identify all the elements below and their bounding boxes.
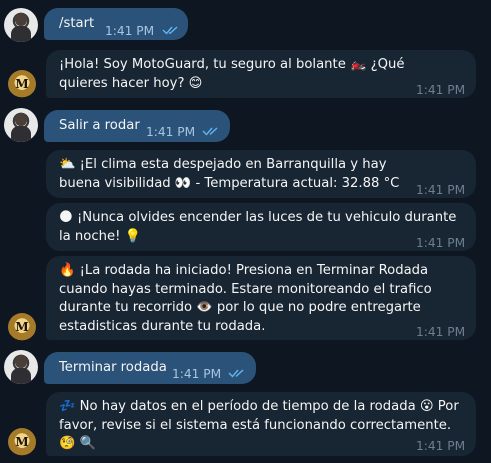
- message-time: 1:41 PM: [416, 325, 466, 339]
- message-time: 1:41 PM: [416, 236, 466, 250]
- message-time: 1:41 PM: [146, 125, 196, 139]
- user-avatar[interactable]: [4, 8, 38, 42]
- avatar-head: [15, 113, 27, 126]
- message-text: ¡Hola! Soy MotoGuard, tu seguro al bolan…: [59, 57, 405, 91]
- double-check-icon: [202, 126, 220, 136]
- message-text: /start: [59, 16, 95, 31]
- avatar-head: [15, 355, 27, 368]
- message-bubble-out[interactable]: /start 1:41 PM: [44, 8, 188, 40]
- double-check-icon: [162, 25, 180, 35]
- avatar-torso: [11, 26, 31, 42]
- message-bubble-in[interactable]: ⛅ ¡El clima esta despejado en Barranquil…: [46, 150, 476, 198]
- bot-avatar[interactable]: M: [8, 428, 36, 456]
- message-text: Salir a rodar: [59, 118, 140, 133]
- message-text: 🔥 ¡La rodada ha iniciado! Presiona en Te…: [59, 263, 432, 334]
- message-bubble-out[interactable]: Terminar rodada 1:41 PM: [44, 352, 256, 384]
- message-time: 1:41 PM: [416, 439, 466, 453]
- message-time: 1:41 PM: [172, 367, 222, 381]
- user-avatar[interactable]: [4, 108, 38, 142]
- message-bubble-in[interactable]: 🌑 ¡Nunca olvides encender las luces de t…: [46, 203, 476, 251]
- message-text: Terminar rodada: [59, 360, 167, 375]
- message-time: 1:41 PM: [105, 24, 155, 38]
- message-text: ⛅ ¡El clima esta despejado en Barranquil…: [59, 157, 400, 191]
- avatar-torso: [11, 126, 31, 142]
- double-check-icon: [228, 368, 246, 378]
- message-bubble-out[interactable]: Salir a rodar 1:41 PM: [44, 110, 230, 142]
- avatar-torso: [11, 368, 31, 384]
- message-text: 💤 No hay datos en el período de tiempo d…: [59, 399, 459, 452]
- bot-avatar[interactable]: M: [8, 313, 36, 341]
- message-time: 1:41 PM: [416, 183, 466, 197]
- message-bubble-in[interactable]: ¡Hola! Soy MotoGuard, tu seguro al bolan…: [46, 50, 476, 98]
- message-bubble-in[interactable]: 💤 No hay datos en el período de tiempo d…: [46, 392, 476, 456]
- avatar-head: [15, 13, 27, 26]
- message-text: 🌑 ¡Nunca olvides encender las luces de t…: [59, 210, 457, 244]
- user-avatar[interactable]: [4, 350, 38, 384]
- message-bubble-in[interactable]: 🔥 ¡La rodada ha iniciado! Presiona en Te…: [46, 256, 476, 340]
- bot-avatar[interactable]: M: [8, 70, 36, 98]
- message-time: 1:41 PM: [416, 83, 466, 97]
